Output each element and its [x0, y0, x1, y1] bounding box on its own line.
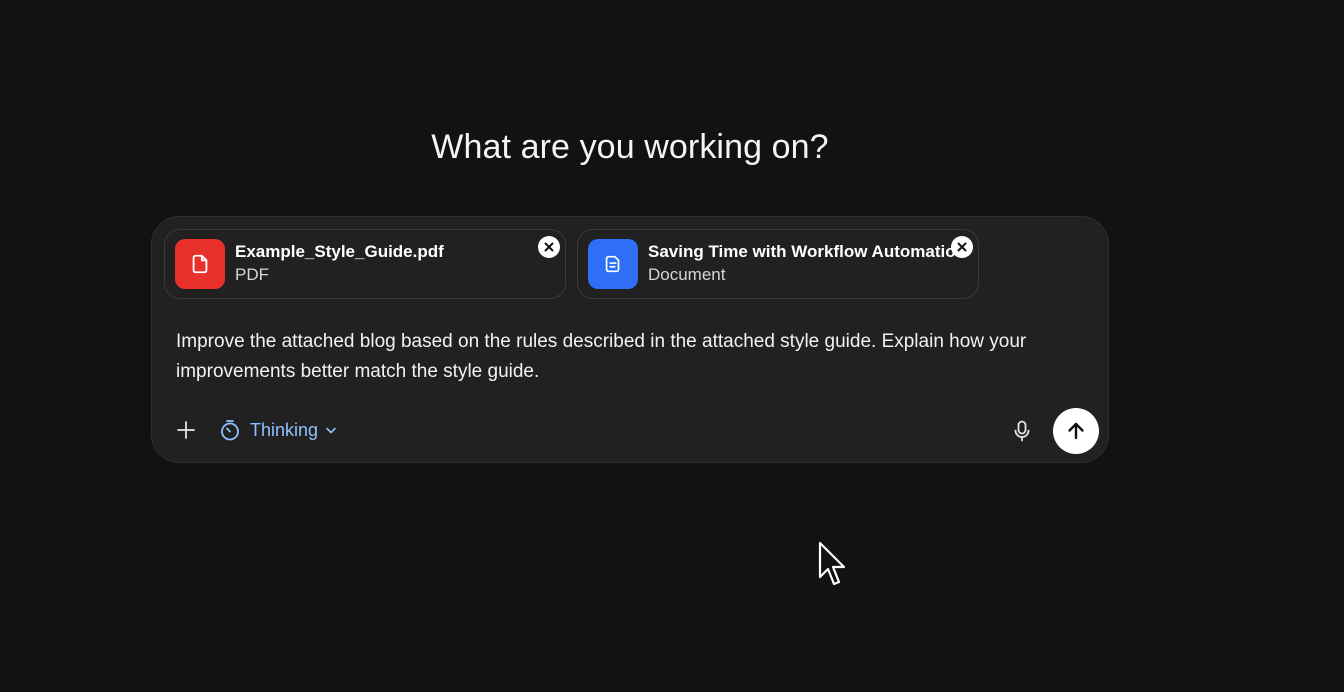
attachment-text: Example_Style_Guide.pdf PDF: [235, 241, 557, 287]
attachment-text: Saving Time with Workflow Automation Doc…: [648, 241, 970, 287]
document-icon: [588, 239, 638, 289]
remove-attachment-button[interactable]: [951, 236, 973, 258]
attachment-name: Example_Style_Guide.pdf: [235, 242, 444, 261]
thinking-mode-label: Thinking: [250, 419, 319, 440]
microphone-icon: [1014, 420, 1030, 442]
composer-toolbar: Thinking: [170, 414, 338, 446]
attachment-name: Saving Time with Workflow Automation: [648, 242, 966, 261]
pdf-file-icon: [175, 239, 225, 289]
composer: Example_Style_Guide.pdf PDF Saving Time …: [151, 216, 1109, 463]
arrow-up-icon: [1068, 422, 1084, 440]
plus-icon: [177, 421, 195, 439]
thinking-mode-button[interactable]: Thinking: [218, 418, 338, 442]
add-attachment-button[interactable]: [170, 414, 202, 446]
page: What are you working on? Example_Style_G…: [0, 0, 1344, 692]
remove-attachment-button[interactable]: [538, 236, 560, 258]
send-button[interactable]: [1053, 408, 1099, 454]
voice-input-button[interactable]: [1007, 416, 1037, 446]
prompt-input[interactable]: Improve the attached blog based on the r…: [176, 327, 1076, 387]
timer-icon: [221, 420, 239, 441]
attachments-row: Example_Style_Guide.pdf PDF Saving Time …: [164, 229, 979, 299]
page-title: What are you working on?: [431, 128, 829, 166]
chevron-down-icon: [326, 427, 336, 434]
attachment-type: PDF: [235, 265, 269, 284]
attachment-chip-pdf[interactable]: Example_Style_Guide.pdf PDF: [164, 229, 566, 299]
attachment-chip-document[interactable]: Saving Time with Workflow Automation Doc…: [577, 229, 979, 299]
close-icon: [544, 242, 554, 252]
attachment-type: Document: [648, 265, 726, 284]
mouse-pointer-icon: [818, 541, 850, 592]
close-icon: [957, 242, 967, 252]
